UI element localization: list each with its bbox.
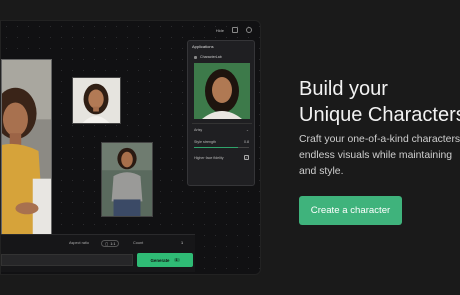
square-icon: ▢ [105,241,109,246]
mode-value: Artsy [194,128,203,132]
create-character-button[interactable]: Create a character [299,196,402,225]
generated-image-portrait[interactable] [72,77,121,124]
hero-description: Craft your one-of-a-kind characters, end… [299,132,460,180]
aspect-ratio-select[interactable]: ▢ 1:1 [101,240,120,247]
grid-icon[interactable] [232,27,238,33]
slider-fill [194,147,238,149]
mode-select[interactable]: Artsy ⌄ [194,128,249,132]
face-fidelity-checkbox[interactable]: ✓ [244,155,249,160]
app-selector[interactable]: CharacterLab [194,55,222,59]
desc-line-2: endless visuals while maintaining [299,150,453,161]
app-name: CharacterLab [200,55,222,59]
face-fidelity-label: Higher face fidelity [194,155,224,160]
canvas-toolbar: Hide [216,27,252,33]
aspect-ratio-value: 1:1 [110,241,116,246]
desc-line-1: Craft your one-of-a-kind characters, [299,134,460,145]
generated-image-large[interactable] [1,59,52,241]
desc-line-3: and style. [299,166,344,177]
style-strength-value: 0.8 [244,140,249,144]
headline-line-2: Unique Characters [299,104,460,126]
generate-cost: 1 [173,258,180,262]
headline-line-1: Build your [299,78,388,100]
generated-image-fullbody[interactable] [101,142,153,217]
hide-button[interactable]: Hide [216,28,224,33]
style-strength-label: Style strength [194,140,216,144]
portrait-yellow-shirt [2,60,51,240]
chevron-down-icon: ⌄ [245,128,249,132]
style-strength-row: Style strength 0.8 [194,140,249,144]
panel-preview-image [194,63,250,119]
app-canvas: Hide Applications CharacterLab Artsy ⌄ S… [0,20,261,275]
generate-button[interactable]: Generate 1 [137,253,193,267]
app-icon [194,55,197,59]
generate-label: Generate [150,257,170,263]
applications-panel: Applications CharacterLab Artsy ⌄ Style … [187,40,255,186]
portrait-preview [194,63,250,119]
divider [192,123,252,124]
count-label: Count [133,241,144,245]
portrait-gray-shirt [102,143,152,216]
generation-bar: Aspect ratio ▢ 1:1 Count 1 Generate 1 [1,234,195,272]
hero-headline: Build your Unique Characters [299,76,460,128]
portrait-smiling-woman [73,78,120,123]
prompt-input[interactable] [1,254,133,266]
face-fidelity-row: Higher face fidelity ✓ [194,155,249,160]
count-value[interactable]: 1 [181,241,183,245]
aspect-ratio-label: Aspect ratio [69,241,90,245]
style-strength-slider[interactable] [194,147,249,149]
panel-title: Applications [192,44,214,49]
settings-icon[interactable] [246,27,252,33]
